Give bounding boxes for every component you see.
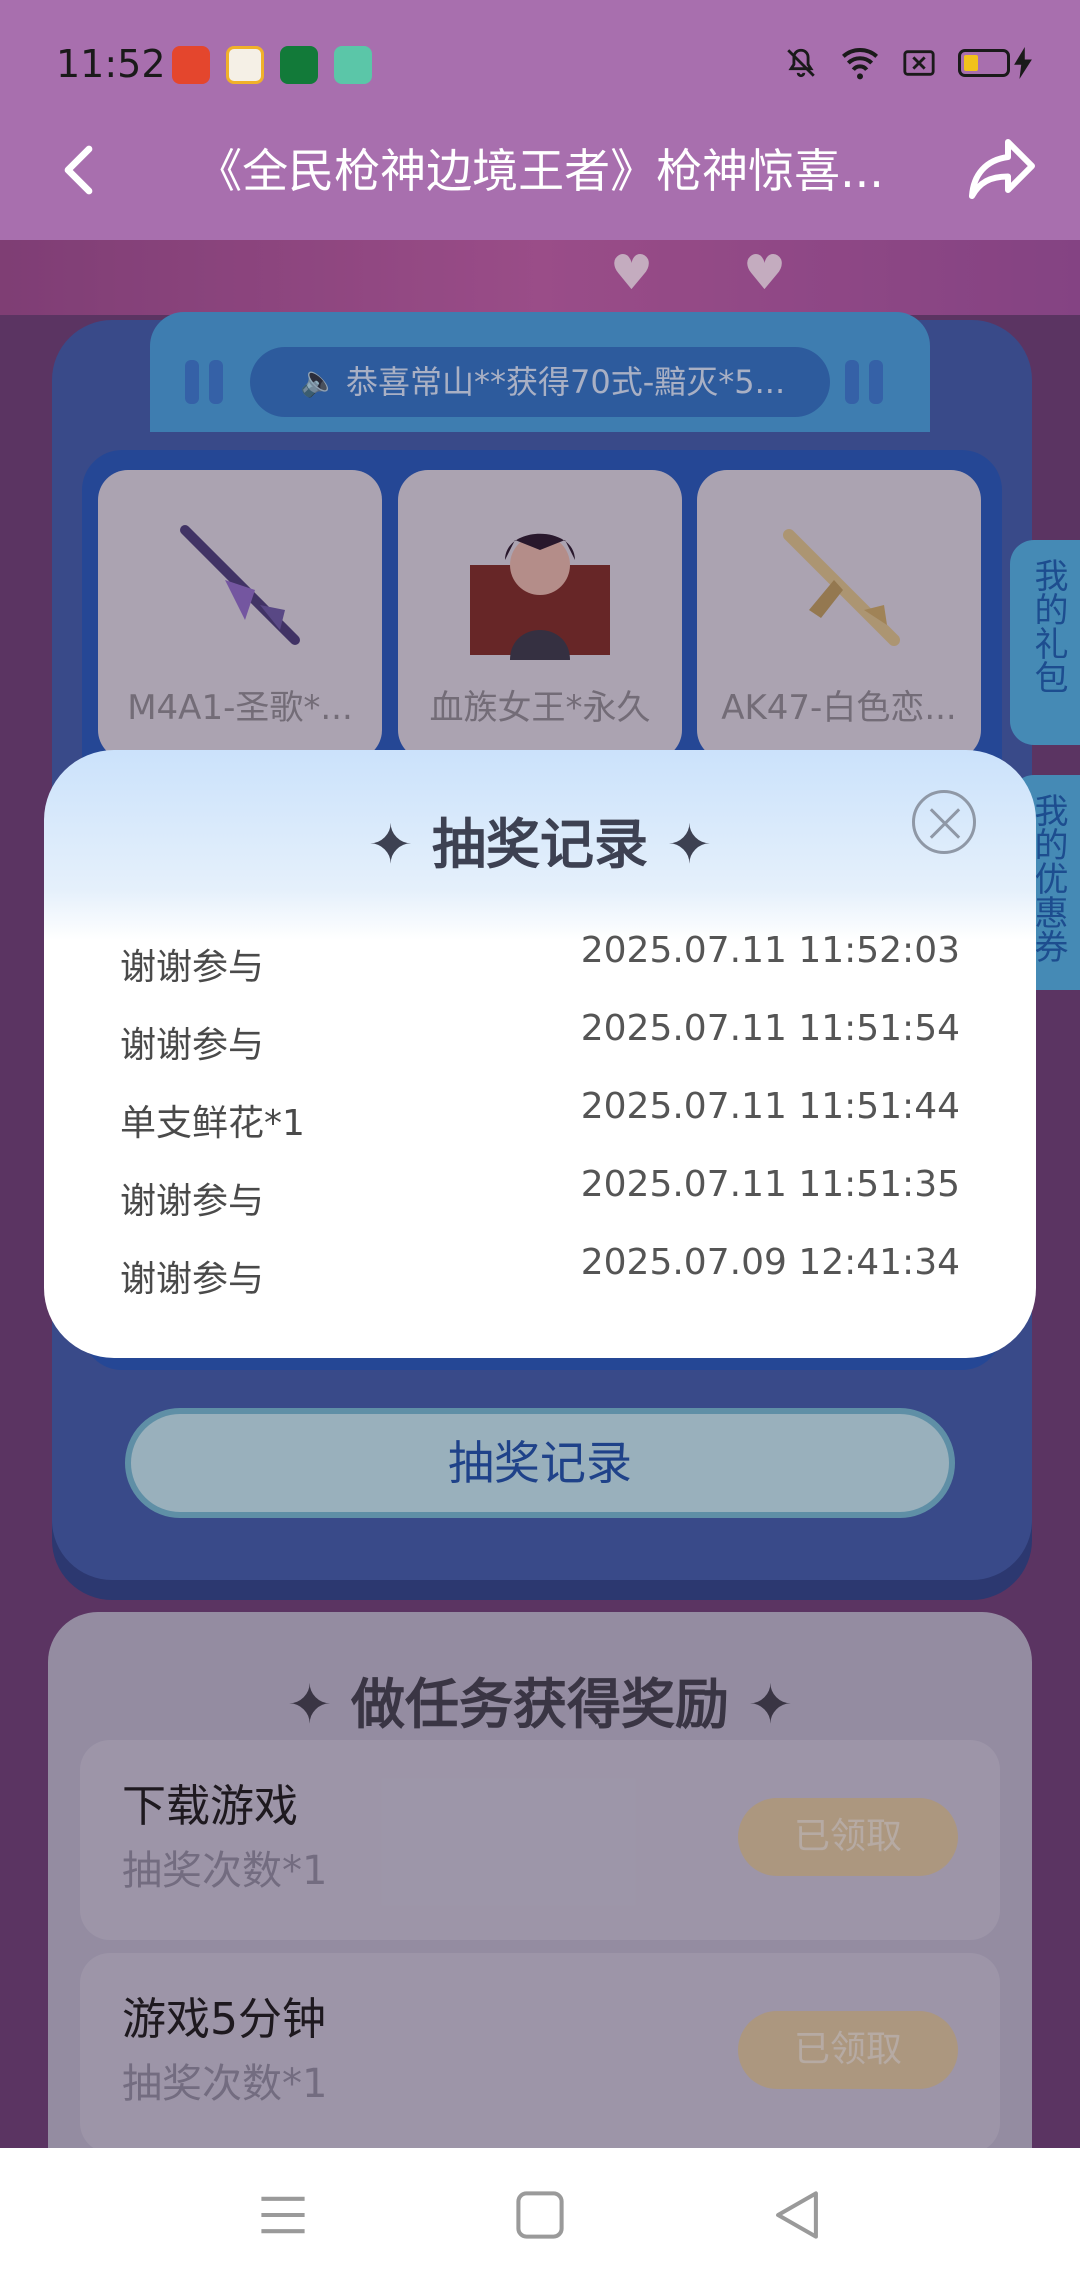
record-time: 2025.07.11 11:52:03	[580, 930, 960, 971]
battery-indicator	[958, 47, 1032, 79]
my-gift-tab[interactable]: 我的礼包	[1010, 540, 1080, 745]
record-prize: 谢谢参与	[120, 947, 265, 988]
speaker-icon: 🔈	[300, 364, 338, 399]
record-row: 谢谢参与 2025.07.09 12:41:34	[120, 1242, 960, 1302]
lottery-record-button[interactable]: 抽奖记录	[125, 1408, 955, 1518]
record-prize: 谢谢参与	[120, 1181, 265, 1222]
task-reward: 抽奖次数*1	[122, 2061, 328, 2107]
close-icon[interactable]	[912, 790, 976, 854]
task-row: 下载游戏 抽奖次数*1 已领取	[80, 1740, 1000, 1940]
record-time: 2025.07.11 11:51:54	[580, 1008, 960, 1049]
pause-decoration-right	[845, 360, 893, 404]
no-sim-icon	[903, 50, 935, 76]
task-row: 游戏5分钟 抽奖次数*1 已领取	[80, 1953, 1000, 2153]
claimed-button[interactable]: 已领取	[738, 2011, 958, 2089]
vampire-queen-image	[470, 533, 610, 660]
banner-hearts-decoration: ♥♥	[610, 245, 877, 301]
claimed-button[interactable]: 已领取	[738, 1798, 958, 1876]
wifi-icon	[842, 48, 878, 80]
task-name: 下载游戏	[122, 1781, 298, 1832]
prize-card[interactable]: 血族女王*永久	[398, 470, 682, 760]
winner-notice-text: 恭喜常山**获得70式-黯灭*5...	[346, 363, 786, 401]
menu-icon[interactable]	[256, 2188, 310, 2242]
back-triangle-icon[interactable]	[770, 2188, 824, 2242]
prize-card[interactable]: M4A1-圣歌*...	[98, 470, 382, 760]
share-icon[interactable]	[966, 136, 1038, 202]
pause-decoration-left	[185, 360, 233, 404]
record-row: 谢谢参与 2025.07.11 11:52:03	[120, 930, 960, 990]
oppo-app-icon	[280, 46, 318, 84]
task-title-text: 做任务获得奖励	[351, 1673, 729, 1736]
app-notification-icon	[172, 46, 210, 84]
record-prize: 谢谢参与	[120, 1025, 265, 1066]
modal-title: ✦ 抽奖记录 ✦	[367, 813, 713, 876]
ak47-image	[783, 529, 900, 646]
lottery-record-modal: ✦ 抽奖记录 ✦ 谢谢参与 2025.07.11 11:52:03 谢谢参与 2…	[44, 750, 1036, 1358]
prize-name: 血族女王*永久	[429, 688, 651, 728]
rifle-image	[180, 525, 300, 645]
task-reward: 抽奖次数*1	[122, 1848, 328, 1894]
system-nav-bar	[0, 2148, 1080, 2280]
status-app-icons	[172, 46, 372, 84]
wallet-app-icon	[226, 46, 264, 84]
event-banner	[0, 240, 1080, 315]
back-arrow-icon[interactable]	[50, 140, 110, 200]
mute-bell-icon	[787, 48, 815, 78]
record-prize: 单支鲜花*1	[120, 1103, 305, 1144]
record-time: 2025.07.11 11:51:44	[580, 1086, 960, 1127]
record-prize: 谢谢参与	[120, 1259, 265, 1300]
task-name: 游戏5分钟	[122, 1994, 326, 2045]
record-time: 2025.07.11 11:51:35	[580, 1164, 960, 1205]
record-row: 谢谢参与 2025.07.11 11:51:35	[120, 1164, 960, 1224]
modal-title-text: 抽奖记录	[432, 813, 648, 876]
battery-icon	[958, 49, 1010, 77]
charging-bolt-icon	[1014, 47, 1032, 79]
home-icon[interactable]	[513, 2188, 567, 2242]
record-row: 谢谢参与 2025.07.11 11:51:54	[120, 1008, 960, 1068]
record-row: 单支鲜花*1 2025.07.11 11:51:44	[120, 1086, 960, 1146]
prize-name: M4A1-圣歌*...	[127, 688, 353, 728]
prize-name: AK47-白色恋...	[721, 688, 957, 728]
status-indicators	[784, 46, 1032, 80]
task-title: ✦ 做任务获得奖励 ✦	[286, 1673, 794, 1736]
record-time: 2025.07.09 12:41:34	[580, 1242, 960, 1283]
page-title: 《全民枪神边境王者》枪神惊喜...	[196, 144, 884, 198]
status-time: 11:52	[56, 42, 166, 86]
top-bar: 11:52 《全民枪神边境王者》枪神惊喜...	[0, 0, 1080, 240]
prize-card[interactable]: AK47-白色恋...	[697, 470, 981, 760]
green-app-icon	[334, 46, 372, 84]
